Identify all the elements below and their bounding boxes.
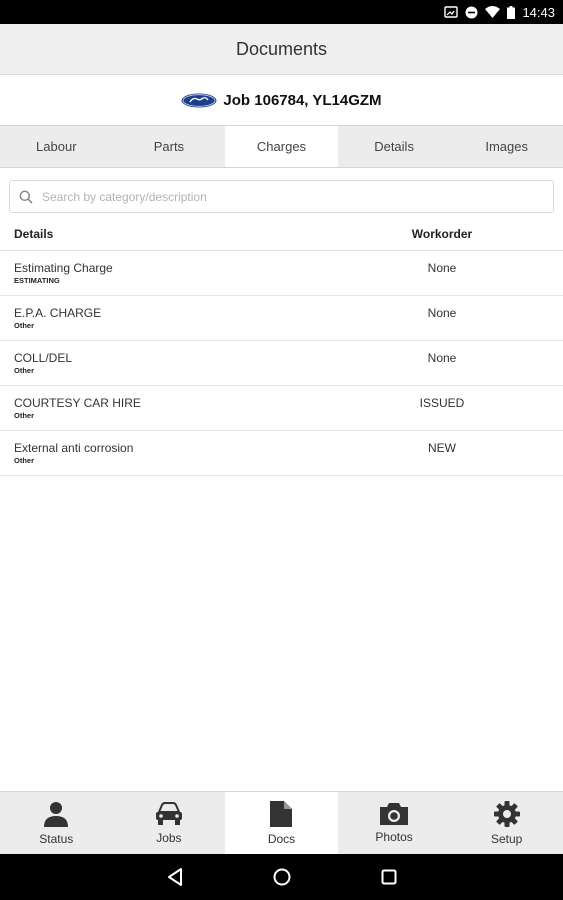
home-icon[interactable] <box>273 868 291 886</box>
table-row[interactable]: E.P.A. CHARGE Other None <box>0 296 563 341</box>
cast-icon <box>444 6 459 18</box>
nav-label: Setup <box>490 831 523 846</box>
nav-status[interactable]: Status <box>0 792 113 854</box>
tab-bar: Labour Parts Charges Details Images <box>0 125 563 168</box>
ford-logo-icon <box>181 93 217 108</box>
nav-setup[interactable]: Setup <box>450 792 563 854</box>
battery-icon <box>507 5 516 19</box>
row-workorder: NEW <box>428 441 456 455</box>
tab-charges[interactable]: Charges <box>225 126 338 167</box>
nav-jobs[interactable]: Jobs <box>113 792 226 854</box>
table-row[interactable]: Estimating Charge ESTIMATING None <box>0 251 563 296</box>
do-not-disturb-icon <box>465 6 478 18</box>
search-input[interactable] <box>42 189 553 204</box>
search-icon <box>19 190 33 204</box>
status-bar: 14:43 <box>0 0 563 24</box>
nav-photos[interactable]: Photos <box>338 792 451 854</box>
row-title: E.P.A. CHARGE <box>14 306 102 320</box>
page-title: Documents <box>235 38 328 59</box>
row-workorder: None <box>427 261 457 275</box>
tab-details[interactable]: Details <box>338 126 451 167</box>
recents-icon[interactable] <box>381 869 397 885</box>
row-title: COLL/DEL <box>14 351 73 365</box>
row-category: Other <box>14 321 35 330</box>
table-row[interactable]: COLL/DEL Other None <box>0 341 563 386</box>
nav-label: Jobs <box>156 830 182 845</box>
tab-images[interactable]: Images <box>450 126 563 167</box>
row-category: ESTIMATING <box>14 276 60 285</box>
tab-labour[interactable]: Labour <box>0 126 113 167</box>
column-header-details: Details <box>14 227 54 241</box>
row-title: COURTESY CAR HIRE <box>14 396 141 410</box>
document-icon <box>270 800 293 827</box>
row-category: Other <box>14 411 35 420</box>
row-workorder: None <box>427 306 457 320</box>
table-header: Details Workorder <box>0 218 563 251</box>
nav-label: Status <box>39 831 74 846</box>
gear-icon <box>493 800 520 827</box>
person-icon <box>44 801 69 827</box>
table-row[interactable]: External anti corrosion Other NEW <box>0 431 563 476</box>
job-title: Job 106784, YL14GZM <box>223 92 382 109</box>
job-header: Job 106784, YL14GZM <box>0 75 563 126</box>
row-workorder: ISSUED <box>419 396 465 410</box>
tab-parts[interactable]: Parts <box>113 126 226 167</box>
charges-list: Estimating Charge ESTIMATING None E.P.A.… <box>0 251 563 476</box>
system-nav-bar <box>0 854 563 900</box>
row-category: Other <box>14 366 35 375</box>
nav-docs[interactable]: Docs <box>225 792 338 854</box>
table-row[interactable]: COURTESY CAR HIRE Other ISSUED <box>0 386 563 431</box>
back-icon[interactable] <box>167 868 183 886</box>
nav-label: Photos <box>375 829 413 844</box>
camera-icon <box>380 802 409 825</box>
bottom-nav: Status Jobs Docs Photos Setup <box>0 791 563 854</box>
car-icon <box>155 801 182 825</box>
nav-label: Docs <box>267 831 296 846</box>
row-title: External anti corrosion <box>14 441 134 455</box>
app-header: Documents <box>0 24 563 75</box>
row-title: Estimating Charge <box>14 261 113 275</box>
status-time: 14:43 <box>522 4 555 20</box>
search-box <box>9 180 554 213</box>
wifi-icon <box>485 6 501 18</box>
row-workorder: None <box>427 351 457 365</box>
column-header-workorder: Workorder <box>411 227 473 241</box>
row-category: Other <box>14 456 35 465</box>
